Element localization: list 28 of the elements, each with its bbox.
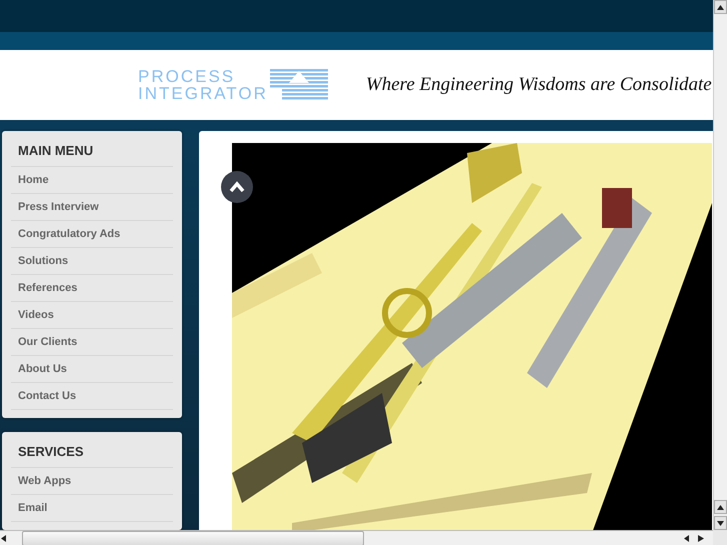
menu-link[interactable]: References — [11, 274, 173, 301]
arrow-right-icon — [698, 534, 705, 542]
menu-link[interactable]: Email — [11, 494, 173, 522]
menu-link[interactable]: Web Apps — [11, 467, 173, 494]
logo-text: INTEGRATOR — [138, 85, 268, 102]
arrow-left-icon — [683, 534, 690, 542]
menu-link[interactable]: Press Interview — [11, 193, 173, 220]
menu-link[interactable]: Solutions — [11, 247, 173, 274]
arrow-left-icon — [0, 534, 7, 542]
logo-stripes-icon — [270, 69, 328, 101]
logo-text: PROCESS — [138, 68, 236, 85]
scrollbar-corner — [713, 530, 727, 545]
horizontal-scrollbar[interactable] — [0, 530, 713, 545]
arrow-up-icon — [717, 504, 724, 510]
services-title: SERVICES — [17, 443, 85, 461]
menu-link[interactable]: Our Clients — [11, 328, 173, 355]
menu-link[interactable]: Videos — [11, 301, 173, 328]
tagline: Where Engineering Wisdoms are Consolidate — [366, 74, 712, 96]
menu-link[interactable]: Home — [11, 166, 173, 193]
menu-link[interactable]: About Us — [11, 355, 173, 382]
chevron-up-icon — [229, 181, 245, 193]
menu-link[interactable]: Congratulatory Ads — [11, 220, 173, 247]
vertical-scrollbar[interactable] — [713, 0, 727, 530]
scroll-top-button[interactable] — [221, 171, 253, 203]
menu-title: MAIN MENU — [17, 142, 94, 160]
arrow-down-icon — [717, 520, 724, 526]
arrow-up-icon — [717, 4, 724, 10]
menu-link[interactable]: Contact Us — [11, 382, 173, 410]
